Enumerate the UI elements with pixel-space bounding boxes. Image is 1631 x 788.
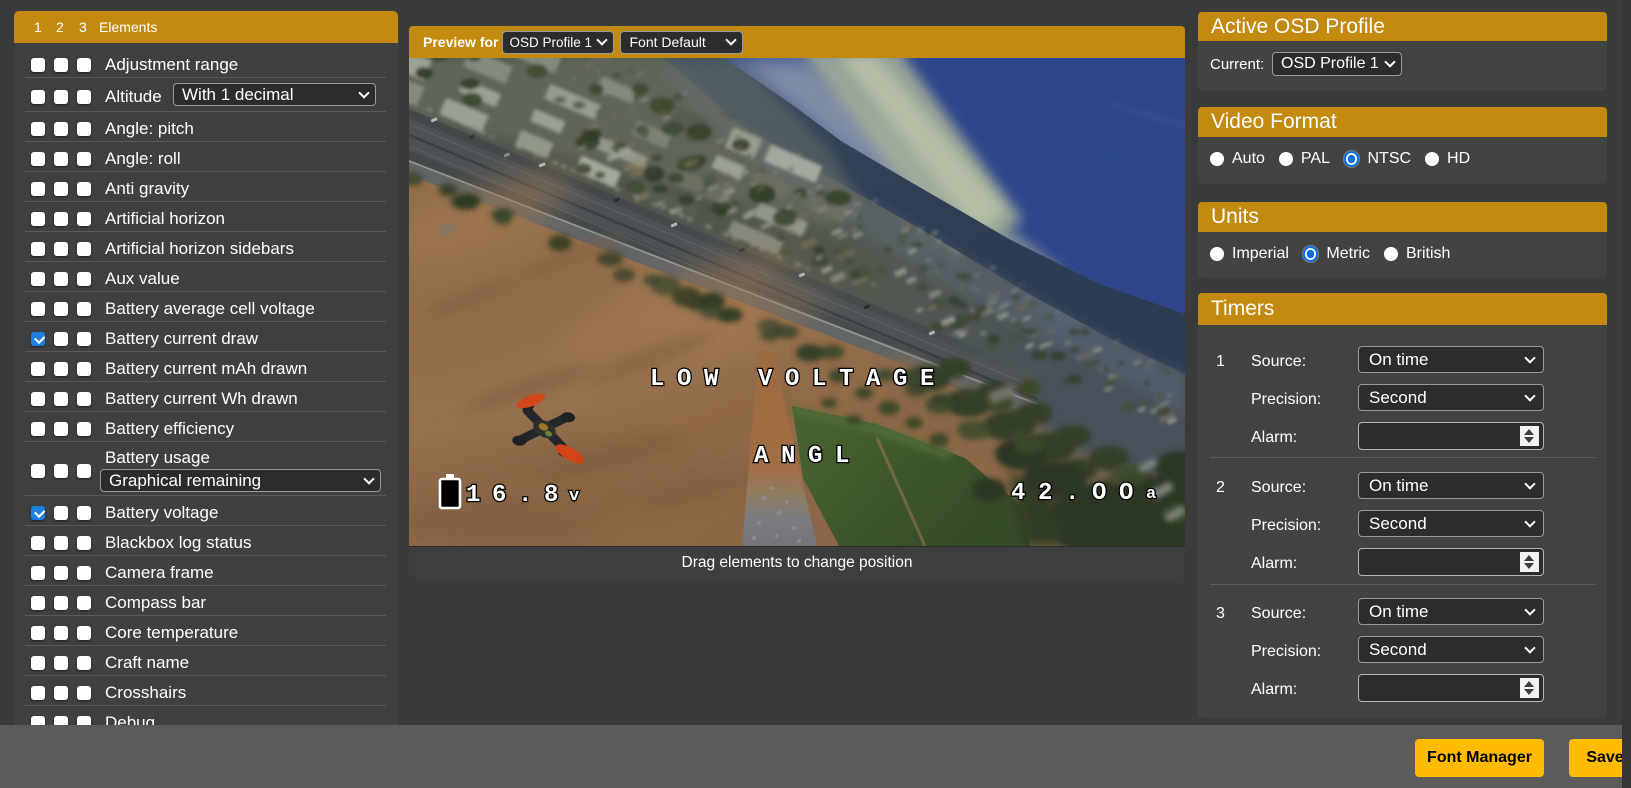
svg-text:42.OO: 42.OO [1011, 480, 1146, 507]
svg-text:v: v [569, 487, 579, 506]
svg-text:ANGL: ANGL [754, 443, 862, 470]
svg-text:LOW VOLTAGE: LOW VOLTAGE [650, 366, 947, 393]
svg-text:a: a [1146, 485, 1156, 504]
svg-text:16.8: 16.8 [466, 482, 570, 509]
